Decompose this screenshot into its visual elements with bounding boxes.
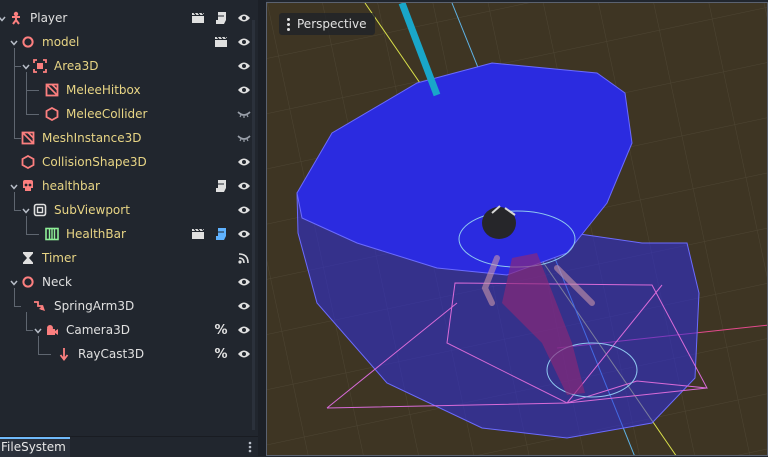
tree-label: Neck — [42, 275, 72, 289]
signals-icon[interactable] — [236, 250, 252, 266]
visibility-eye-icon[interactable] — [236, 346, 252, 362]
area3d-icon — [33, 59, 47, 73]
tree-row-player[interactable]: Player — [0, 6, 258, 30]
tree-row-meleecollider[interactable]: MeleeCollider — [0, 84, 258, 126]
tree-label: CollisionShape3D — [42, 155, 147, 169]
filesystem-dock: FileSystem — [0, 436, 258, 457]
chevron-down-icon[interactable] — [21, 205, 31, 215]
collision-shape-icon — [21, 154, 35, 170]
instance-scene-icon[interactable] — [190, 10, 206, 26]
visibility-eye-icon[interactable] — [236, 202, 252, 218]
tree-row-collisionshape3d[interactable]: CollisionShape3D — [0, 150, 258, 174]
progress-bar-icon — [45, 227, 59, 241]
unique-name-icon[interactable]: % — [213, 346, 229, 362]
sprite3d-icon — [21, 179, 35, 193]
chevron-down-icon[interactable] — [9, 37, 19, 47]
tree-row-raycast3d[interactable]: RayCast3D % — [0, 336, 258, 366]
tree-guide-line — [14, 288, 21, 307]
kebab-menu-icon — [287, 17, 290, 31]
subviewport-icon — [33, 203, 47, 217]
tree-label: model — [42, 35, 80, 49]
tree-row-healthbar[interactable]: healthbar — [0, 174, 258, 198]
camera-icon — [45, 323, 59, 337]
visibility-eye-icon[interactable] — [236, 82, 252, 98]
springarm-icon — [33, 299, 47, 313]
tree-label: Player — [30, 11, 68, 25]
viewport-scene — [267, 3, 767, 455]
dock-menu-icon[interactable] — [248, 441, 252, 453]
3d-viewport[interactable]: Perspective — [266, 2, 768, 456]
chevron-down-icon[interactable] — [9, 181, 19, 191]
dock-splitter[interactable] — [258, 0, 266, 456]
chevron-down-icon[interactable] — [21, 61, 31, 71]
tree-guide-line — [38, 336, 51, 355]
visibility-eye-icon[interactable] — [236, 274, 252, 290]
tab-filesystem[interactable]: FileSystem — [0, 437, 70, 457]
tree-row-timer[interactable]: Timer — [0, 246, 258, 270]
visibility-closed-eye-icon[interactable] — [236, 106, 252, 122]
instance-scene-icon[interactable] — [190, 226, 206, 242]
script-icon[interactable] — [213, 178, 229, 194]
tree-label: SpringArm3D — [54, 299, 135, 313]
tree-row-meshinstance3d[interactable]: MeshInstance3D — [0, 60, 258, 150]
visibility-eye-icon[interactable] — [236, 154, 252, 170]
visibility-eye-icon[interactable] — [236, 34, 252, 50]
tree-label: Timer — [42, 251, 77, 265]
chevron-down-icon[interactable] — [33, 325, 43, 335]
tree-label: MeleeCollider — [66, 107, 148, 121]
script-icon[interactable] — [213, 226, 229, 242]
tree-guide-line — [14, 192, 21, 211]
tree-guide-line — [26, 312, 33, 331]
raycast-icon — [57, 347, 71, 361]
tree-label: Camera3D — [66, 323, 130, 337]
tree-label: Area3D — [54, 59, 99, 73]
tree-label: HealthBar — [66, 227, 126, 241]
tree-row-healthbar-control[interactable]: HealthBar — [0, 216, 258, 246]
tree-row-springarm3d[interactable]: SpringArm3D — [0, 288, 258, 318]
node3d-icon — [21, 35, 35, 49]
tree-label: RayCast3D — [78, 347, 145, 361]
perspective-menu-button[interactable]: Perspective — [279, 13, 375, 35]
mesh-instance-icon — [21, 131, 35, 145]
node3d-icon — [21, 275, 35, 289]
tree-label: MeshInstance3D — [42, 131, 142, 145]
tree-guide-line — [26, 84, 39, 115]
perspective-label: Perspective — [297, 17, 367, 31]
visibility-eye-icon[interactable] — [236, 58, 252, 74]
node3d-skeleton-icon — [9, 11, 23, 25]
visibility-closed-eye-icon[interactable] — [236, 130, 252, 146]
timer-icon — [21, 251, 35, 265]
chevron-down-icon[interactable] — [9, 277, 19, 287]
chevron-down-icon[interactable] — [0, 13, 7, 23]
scene-tree-scrollbar[interactable] — [252, 20, 255, 430]
visibility-eye-icon[interactable] — [236, 322, 252, 338]
tree-guide-line — [26, 216, 39, 235]
tree-row-neck[interactable]: Neck — [0, 270, 258, 294]
tree-label: SubViewport — [54, 203, 130, 217]
visibility-eye-icon[interactable] — [236, 178, 252, 194]
tree-row-model[interactable]: model — [0, 30, 258, 54]
mesh-instance-icon — [45, 83, 59, 97]
script-icon[interactable] — [213, 10, 229, 26]
instance-scene-icon[interactable] — [213, 34, 229, 50]
tree-label: healthbar — [42, 179, 100, 193]
scene-tree-panel: Player model Area3D MeleeHitbox MeleeCol… — [0, 0, 259, 434]
collision-shape-icon — [45, 106, 59, 122]
unique-name-icon[interactable]: % — [213, 322, 229, 338]
visibility-eye-icon[interactable] — [236, 226, 252, 242]
visibility-eye-icon[interactable] — [236, 298, 252, 314]
visibility-eye-icon[interactable] — [236, 10, 252, 26]
tree-guide-line — [14, 60, 21, 139]
tree-label: MeleeHitbox — [66, 83, 141, 97]
